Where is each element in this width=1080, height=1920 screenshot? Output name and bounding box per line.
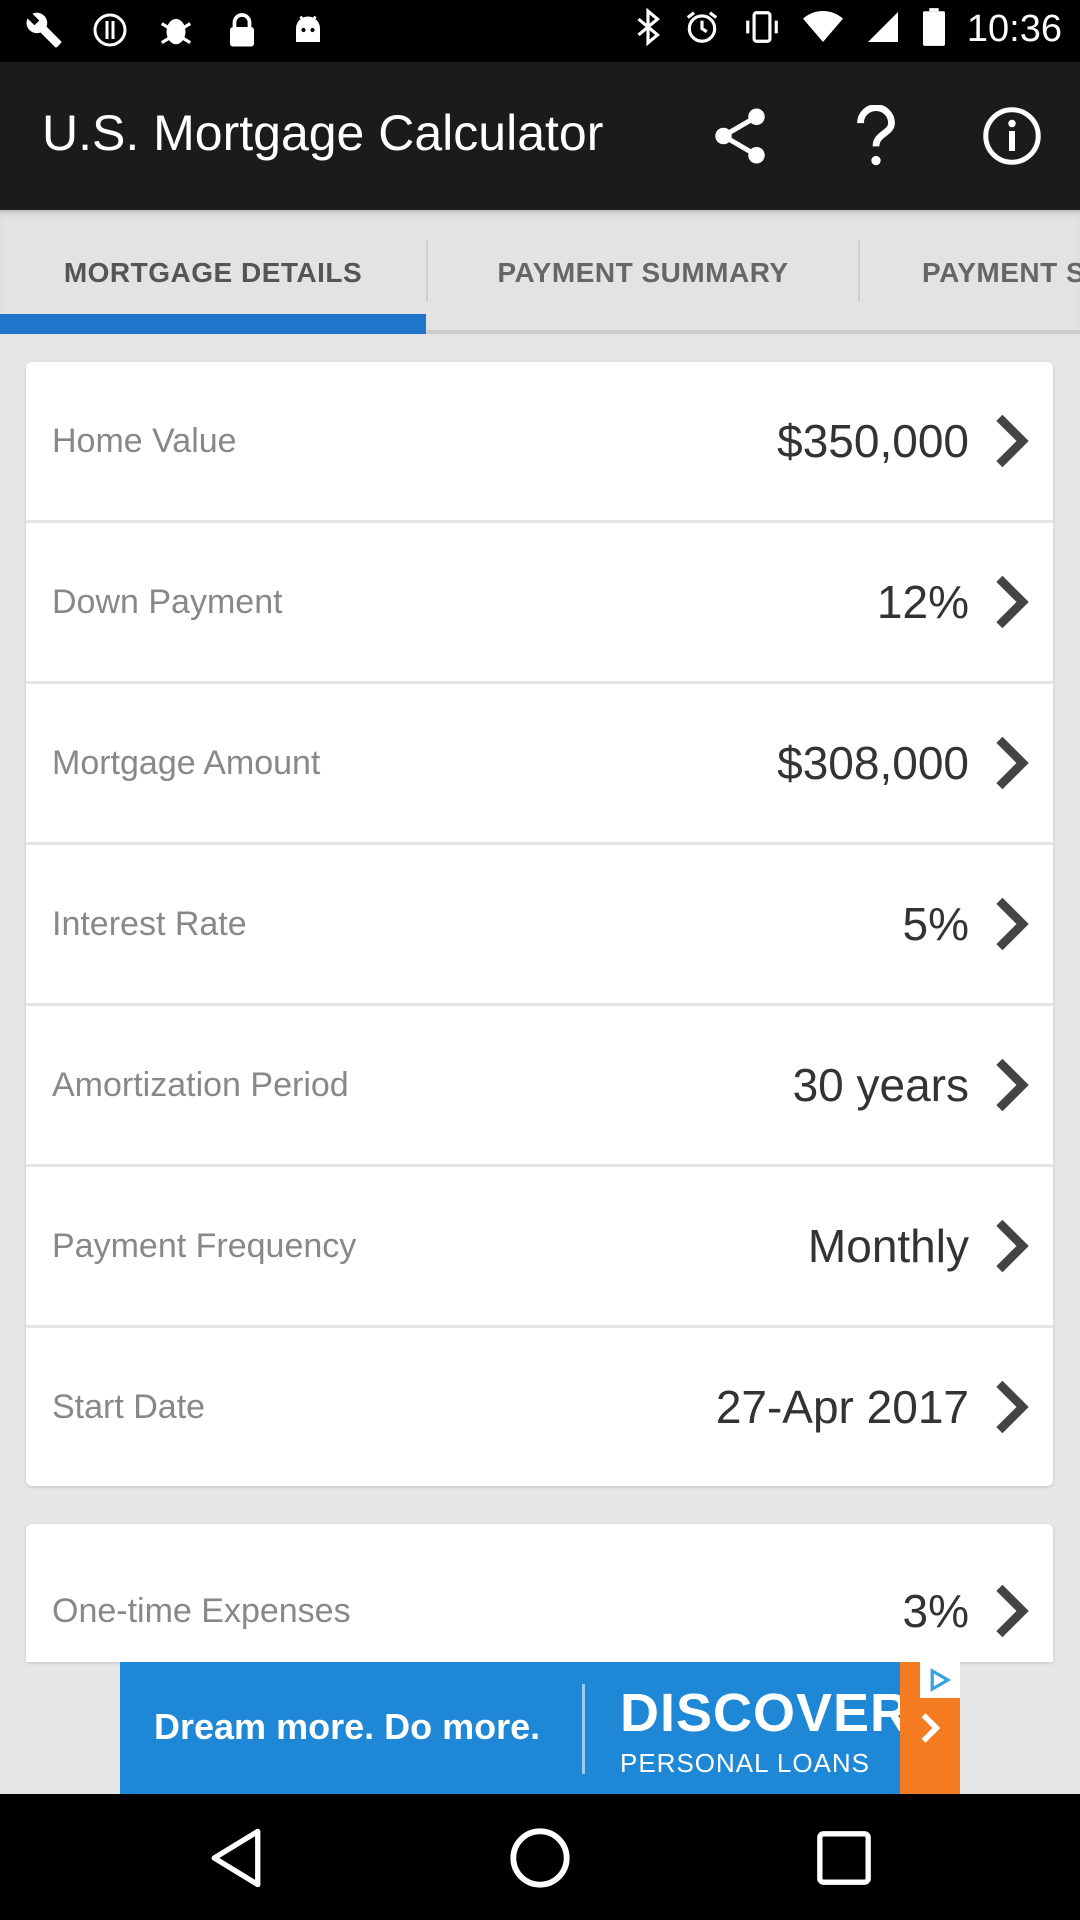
row-label: Start Date — [52, 1388, 206, 1426]
lock-icon — [222, 10, 262, 50]
chevron-right-icon — [996, 1584, 1029, 1638]
ad-brand: DISCOVER — [620, 1683, 911, 1743]
bluetooth-icon — [635, 7, 661, 51]
row-value: 5% — [902, 898, 969, 950]
chevron-right-icon — [996, 1380, 1029, 1434]
home-button[interactable] — [504, 1822, 576, 1894]
info-button[interactable] — [944, 62, 1080, 210]
row-label: Mortgage Amount — [52, 744, 321, 782]
signal-icon — [865, 9, 901, 50]
chevron-right-icon — [996, 1219, 1029, 1273]
row-label: Amortization Period — [52, 1066, 349, 1104]
vibrate-icon — [743, 8, 781, 51]
row-payment-frequency[interactable]: Payment Frequency Monthly — [26, 1167, 1053, 1328]
active-tab-indicator — [0, 314, 426, 334]
bug-icon — [156, 10, 196, 50]
row-value: $308,000 — [777, 737, 969, 789]
navigation-bar — [0, 1794, 1080, 1920]
row-down-payment[interactable]: Down Payment 12% — [26, 523, 1053, 684]
share-icon — [715, 108, 765, 164]
home-icon — [510, 1828, 570, 1888]
help-icon — [857, 105, 895, 166]
ad-subtitle: PERSONAL LOANS — [620, 1748, 871, 1778]
tab-payment-schedule[interactable]: PAYMENT S — [860, 210, 1080, 336]
alarm-icon — [683, 8, 721, 51]
back-button[interactable] — [200, 1822, 272, 1894]
ad-banner[interactable]: Dream more. Do more. DISCOVER PERSONAL L… — [120, 1662, 960, 1794]
recents-button[interactable] — [808, 1822, 880, 1894]
row-value: $350,000 — [777, 415, 969, 467]
battery-icon — [922, 8, 945, 51]
row-mortgage-amount[interactable]: Mortgage Amount $308,000 — [26, 684, 1053, 845]
row-value: 30 years — [792, 1059, 969, 1111]
status-time: 10:36 — [966, 8, 1062, 50]
alert-circle-icon — [90, 10, 130, 50]
wifi-icon — [802, 9, 843, 50]
back-icon — [211, 1828, 261, 1888]
row-value: 27-Apr 2017 — [715, 1381, 969, 1433]
info-icon — [983, 107, 1041, 165]
row-start-date[interactable]: Start Date 27-Apr 2017 — [26, 1328, 1053, 1486]
row-home-value[interactable]: Home Value $350,000 — [26, 362, 1053, 523]
chevron-right-icon — [996, 575, 1029, 629]
row-value: 12% — [876, 576, 969, 628]
status-bar: 10:36 — [0, 0, 1080, 62]
row-label: One-time Expenses — [52, 1592, 351, 1630]
row-amortization-period[interactable]: Amortization Period 30 years — [26, 1006, 1053, 1167]
tab-bar: MORTGAGE DETAILS PAYMENT SUMMARY PAYMENT… — [0, 210, 1080, 336]
share-button[interactable] — [672, 62, 808, 210]
row-label: Home Value — [52, 422, 237, 460]
recents-icon — [817, 1831, 871, 1885]
row-label: Interest Rate — [52, 905, 247, 943]
ad-choices-icon[interactable] — [920, 1662, 960, 1698]
chevron-right-icon — [996, 897, 1029, 951]
row-value: 3% — [902, 1585, 969, 1637]
chevron-right-icon — [996, 414, 1029, 468]
row-label: Down Payment — [52, 583, 283, 621]
help-button[interactable] — [808, 62, 944, 210]
app-bar: U.S. Mortgage Calculator — [0, 62, 1080, 210]
row-value: Monthly — [807, 1220, 969, 1272]
expenses-card: One-time Expenses 3% — [26, 1524, 1053, 1662]
chevron-right-icon — [996, 736, 1029, 790]
tab-payment-summary[interactable]: PAYMENT SUMMARY — [428, 210, 858, 336]
row-one-time-expenses[interactable]: One-time Expenses 3% — [26, 1524, 1053, 1662]
chevron-right-icon — [996, 1058, 1029, 1112]
row-interest-rate[interactable]: Interest Rate 5% — [26, 845, 1053, 1006]
app-title: U.S. Mortgage Calculator — [42, 105, 604, 161]
ad-tagline: Dream more. Do more. — [154, 1706, 541, 1747]
tab-baseline — [426, 330, 1080, 334]
android-icon — [288, 10, 328, 50]
ad-divider — [582, 1684, 585, 1774]
mortgage-details-card: Home Value $350,000 Down Payment 12% Mor… — [26, 362, 1053, 1486]
row-label: Payment Frequency — [52, 1227, 357, 1265]
wrench-icon — [24, 10, 64, 50]
